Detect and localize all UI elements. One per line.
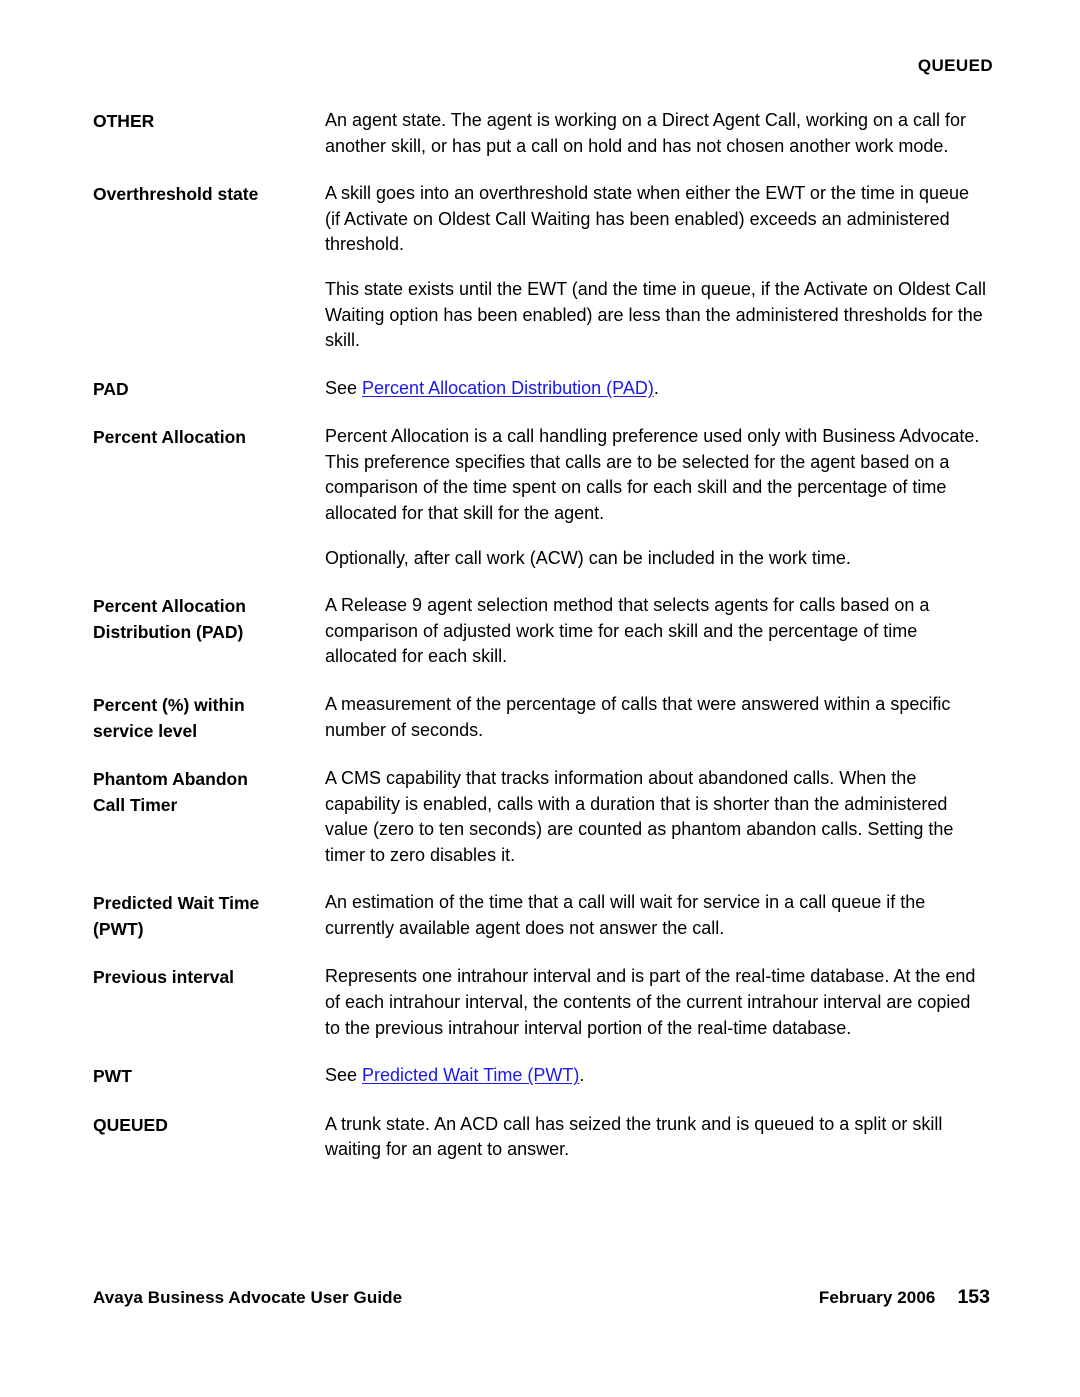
glossary-definition: A Release 9 agent selection method that … bbox=[325, 593, 988, 670]
definition-text: See bbox=[325, 1065, 363, 1086]
glossary-entry: PAD See Percent Allocation Distribution (… bbox=[93, 376, 988, 403]
glossary-entry-list: OTHER An agent state. The agent is workin… bbox=[93, 108, 988, 1185]
glossary-term-line: Overthreshold state bbox=[93, 184, 259, 205]
definition-text: Represents one intrahour interval and is… bbox=[325, 966, 976, 1038]
definition-text: . bbox=[579, 1065, 585, 1086]
footer-date: February 2006 bbox=[818, 1288, 936, 1307]
cross-reference-link[interactable]: Percent Allocation Distribution (PAD) bbox=[362, 378, 654, 398]
glossary-definition: Represents one intrahour interval and is… bbox=[325, 964, 988, 1041]
glossary-term: Predicted Wait Time (PWT) bbox=[93, 890, 325, 942]
glossary-definition: An agent state. The agent is working on … bbox=[325, 108, 988, 159]
glossary-entry: Percent Allocation Percent Allocation is … bbox=[93, 424, 988, 571]
glossary-term-line: Percent Allocation bbox=[93, 427, 246, 448]
glossary-term-line: PWT bbox=[93, 1066, 132, 1087]
glossary-term-line: PAD bbox=[93, 378, 129, 399]
definition-paragraph: A skill goes into an overthreshold state… bbox=[325, 181, 988, 258]
glossary-definition: Percent Allocation is a call handling pr… bbox=[325, 424, 988, 571]
running-header: QUEUED bbox=[917, 56, 993, 75]
glossary-term-line: OTHER bbox=[93, 111, 155, 131]
glossary-term: Percent (%) within service level bbox=[93, 692, 325, 744]
definition-paragraph: See Predicted Wait Time (PWT). bbox=[325, 1063, 988, 1089]
glossary-entry: Phantom Abandon Call Timer A CMS capabilit… bbox=[93, 766, 988, 868]
glossary-term: Percent Allocation Distribution (PAD) bbox=[93, 593, 325, 645]
glossary-entry: Previous interval Represents one intrahou… bbox=[93, 964, 988, 1041]
glossary-definition: A measurement of the percentage of calls… bbox=[325, 692, 988, 743]
definition-paragraph: Percent Allocation is a call handling pr… bbox=[325, 424, 988, 526]
cross-reference-link[interactable]: Predicted Wait Time (PWT) bbox=[362, 1065, 579, 1085]
glossary-term-line: Predicted Wait Time bbox=[93, 893, 260, 914]
glossary-term-line: Phantom Abandon bbox=[93, 769, 248, 789]
definition-text: An estimation of the time that a call wi… bbox=[325, 892, 926, 938]
glossary-entry: OTHER An agent state. The agent is workin… bbox=[93, 108, 988, 159]
page-footer: Avaya Business Advocate User Guide Febru… bbox=[93, 1286, 990, 1309]
glossary-definition: An estimation of the time that a call wi… bbox=[325, 890, 988, 941]
definition-paragraph: A CMS capability that tracks information… bbox=[325, 766, 988, 868]
glossary-term-line: Call Timer bbox=[93, 794, 178, 815]
glossary-term-line: (PWT) bbox=[93, 918, 144, 939]
glossary-entry: PWT See Predicted Wait Time (PWT). bbox=[93, 1063, 988, 1090]
definition-paragraph: A trunk state. An ACD call has seized th… bbox=[325, 1112, 988, 1163]
glossary-term-line: QUEUED bbox=[93, 1114, 168, 1135]
footer-page-number: 153 bbox=[957, 1286, 990, 1308]
glossary-definition: A CMS capability that tracks information… bbox=[325, 766, 988, 868]
definition-paragraph: See Percent Allocation Distribution (PAD… bbox=[325, 376, 988, 402]
glossary-entry: QUEUED A trunk state. An ACD call has sei… bbox=[93, 1112, 988, 1163]
glossary-term: PWT bbox=[93, 1063, 325, 1090]
glossary-term: Percent Allocation bbox=[93, 424, 325, 451]
definition-text: Percent Allocation is a call handling pr… bbox=[325, 426, 980, 524]
definition-text: This state exists until the EWT (and the… bbox=[325, 278, 986, 351]
definition-paragraph: A Release 9 agent selection method that … bbox=[325, 593, 988, 670]
glossary-term-line: Percent Allocation bbox=[93, 596, 246, 617]
footer-document-title: Avaya Business Advocate User Guide bbox=[93, 1288, 403, 1307]
glossary-term-line: service level bbox=[93, 720, 198, 741]
definition-text: A skill goes into an overthreshold state… bbox=[325, 183, 970, 255]
definition-text: An agent state. The agent is working on … bbox=[325, 110, 967, 156]
glossary-term-line: Previous interval bbox=[93, 967, 235, 988]
glossary-term: OTHER bbox=[93, 108, 325, 135]
glossary-entry: Overthreshold state A skill goes into an … bbox=[93, 181, 988, 354]
definition-paragraph: This state exists until the EWT (and the… bbox=[325, 277, 988, 354]
document-page: QUEUED OTHER An agent state. The agent is… bbox=[0, 0, 1080, 1397]
glossary-term: Overthreshold state bbox=[93, 181, 325, 208]
glossary-term: QUEUED bbox=[93, 1112, 325, 1139]
definition-text: Optionally, after call work (ACW) can be… bbox=[325, 547, 851, 568]
definition-paragraph: Represents one intrahour interval and is… bbox=[325, 964, 988, 1041]
glossary-definition: A trunk state. An ACD call has seized th… bbox=[325, 1112, 988, 1163]
definition-paragraph: Optionally, after call work (ACW) can be… bbox=[325, 546, 988, 572]
glossary-entry: Predicted Wait Time (PWT) An estimation of… bbox=[93, 890, 988, 942]
definition-paragraph: An estimation of the time that a call wi… bbox=[325, 890, 988, 941]
definition-text: . bbox=[653, 377, 659, 398]
glossary-entry: Percent (%) within service level A measure… bbox=[93, 692, 988, 744]
definition-text: See bbox=[325, 377, 363, 398]
definition-text: A Release 9 agent selection method that … bbox=[325, 595, 930, 667]
definition-paragraph: A measurement of the percentage of calls… bbox=[325, 692, 988, 743]
definition-text: A CMS capability that tracks information… bbox=[325, 768, 954, 865]
glossary-term-line: Percent (%) within bbox=[93, 695, 245, 715]
glossary-term: Previous interval bbox=[93, 964, 325, 991]
glossary-definition: See Percent Allocation Distribution (PAD… bbox=[325, 376, 988, 402]
glossary-term-line: Distribution (PAD) bbox=[93, 621, 244, 642]
glossary-definition: See Predicted Wait Time (PWT). bbox=[325, 1063, 988, 1089]
definition-text: A trunk state. An ACD call has seized th… bbox=[325, 1113, 943, 1160]
glossary-definition: A skill goes into an overthreshold state… bbox=[325, 181, 988, 354]
definition-text: A measurement of the percentage of calls… bbox=[325, 694, 951, 740]
footer-right-group: February 2006 153 bbox=[819, 1286, 990, 1309]
definition-paragraph: An agent state. The agent is working on … bbox=[325, 108, 988, 159]
glossary-term: PAD bbox=[93, 376, 325, 403]
glossary-entry: Percent Allocation Distribution (PAD) A Re… bbox=[93, 593, 988, 670]
glossary-term: Phantom Abandon Call Timer bbox=[93, 766, 325, 818]
